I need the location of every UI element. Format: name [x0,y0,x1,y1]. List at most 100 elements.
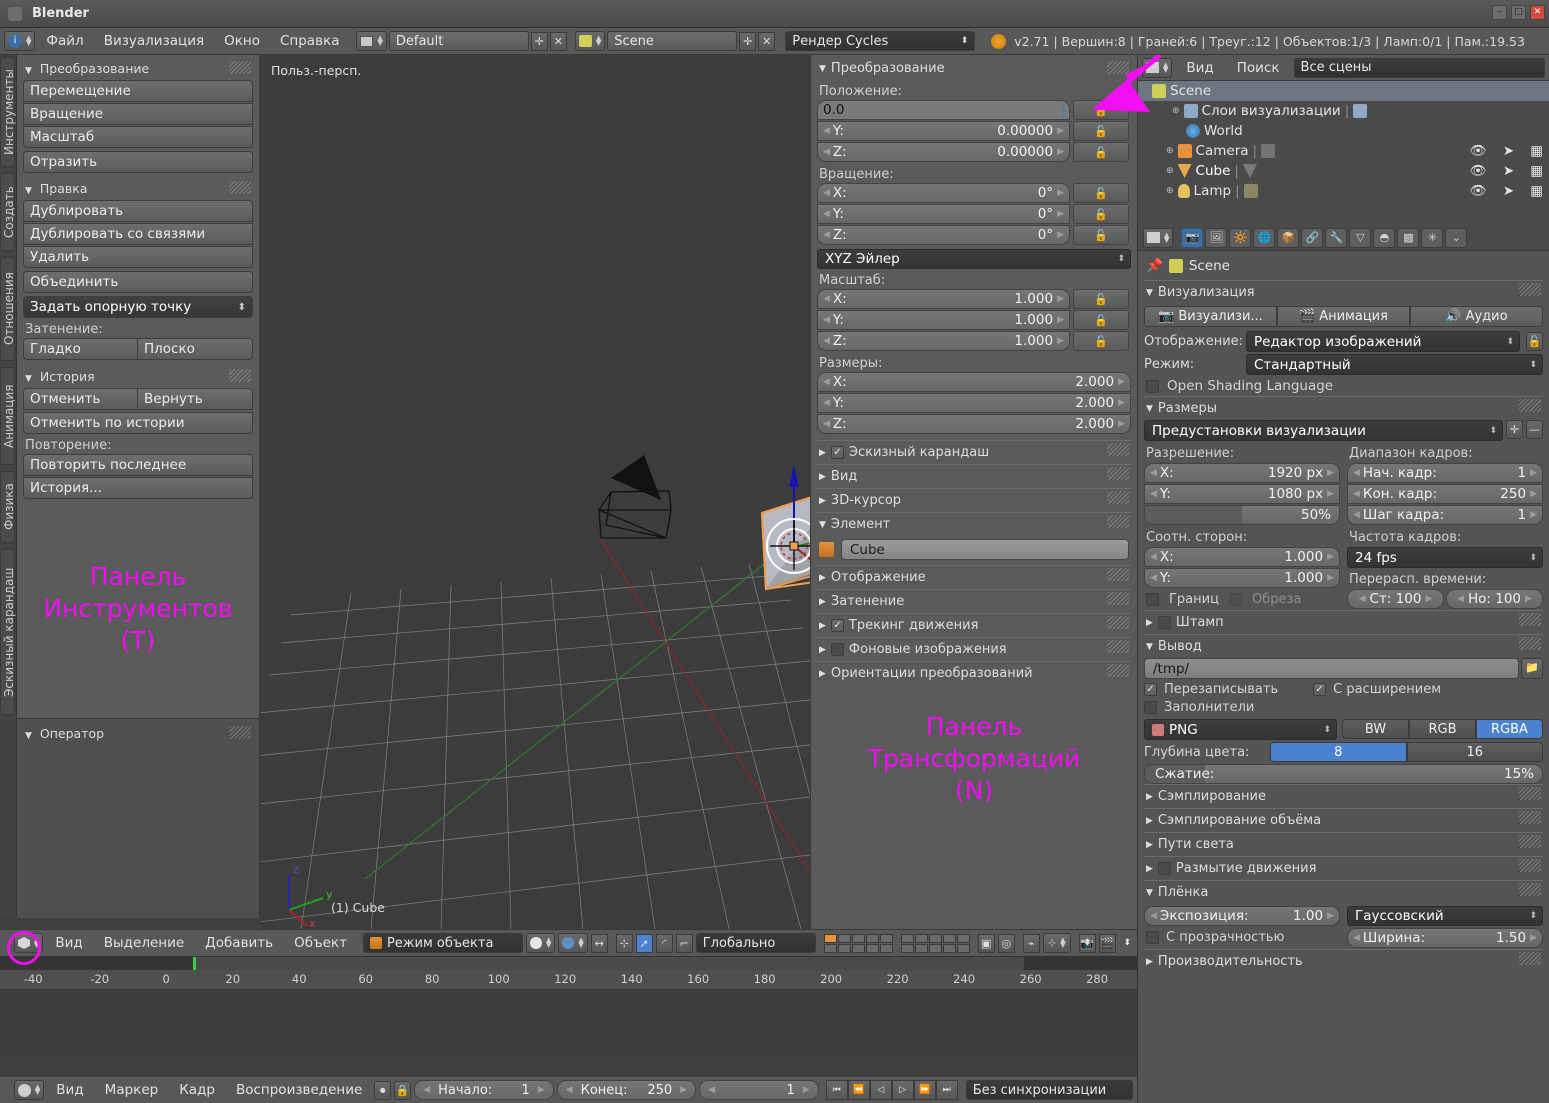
outliner-row-scene[interactable]: Scene [1138,81,1549,101]
cursor-arrow-icon[interactable]: ➤ [1503,143,1514,159]
frame-end-field[interactable]: ◀ Конец: 250 ▶ [556,1080,697,1100]
previous-keyframe-button[interactable]: ⏪ [847,1080,870,1100]
decrement-arrow-icon[interactable]: ◀ [1353,510,1360,520]
dimension-z-input[interactable]: ◀ Z: 2.000 ▶ [817,414,1131,434]
decrement-arrow-icon[interactable]: ◀ [1150,911,1157,921]
decrement-arrow-icon[interactable]: ◀ [1150,552,1157,562]
minimize-button[interactable]: – [1492,5,1507,20]
current-frame-field[interactable]: ◀ 1 ▶ [699,1080,819,1100]
repeat-history-button[interactable]: История... [23,477,253,499]
auto-keyframe-button[interactable]: ⏺ [374,1080,392,1100]
tab-create[interactable]: Создать [0,173,16,251]
decrement-arrow-icon[interactable]: ◀ [823,419,830,429]
render-presets-select[interactable]: Предустановки визуализации [1144,420,1503,441]
increment-arrow-icon[interactable]: ▶ [1327,552,1334,562]
lock-location-z-button[interactable]: 🔓 [1073,142,1129,162]
next-keyframe-button[interactable]: ⏩ [913,1080,936,1100]
increment-arrow-icon[interactable]: ▶ [1530,933,1537,943]
scene-layers-grid[interactable] [823,933,893,953]
tab-world[interactable]: 🌐 [1253,227,1276,248]
motion-tracking-checkbox[interactable]: ✓ [830,619,844,632]
interaction-mode-select[interactable]: Режим объекта ⬍ [362,933,1091,953]
tab-animation[interactable]: Анимация [0,367,16,465]
increment-arrow-icon[interactable]: ▶ [1525,594,1532,604]
mirror-button[interactable]: Отразить [23,151,253,173]
decrement-arrow-icon[interactable]: ◀ [423,1085,430,1095]
render-image-button[interactable]: 📷 Визуализи... [1144,306,1277,327]
proportional-edit-button[interactable]: ◎ [997,933,1015,953]
pivot-align-button[interactable]: ↔ [590,933,608,953]
duplicate-button[interactable]: Дублировать [23,200,253,222]
lock-scale-x-button[interactable]: 🔓 [1073,289,1129,309]
translate-button[interactable]: Перемещение [23,80,253,102]
repeat-last-button[interactable]: Повторить последнее [23,454,253,476]
aspect-y-input[interactable]: ◀ Y: 1.000 ▶ [1144,568,1340,588]
tab-material[interactable]: ◓ [1373,227,1396,248]
border-checkbox[interactable] [1146,593,1159,606]
eye-icon[interactable]: 👁 [1470,163,1487,179]
lock-rotation-z-button[interactable]: 🔓 [1073,225,1129,245]
resolution-percentage-slider[interactable]: 50% [1144,505,1340,525]
snap-element-button[interactable]: ⊹ ▲ ▼ [1042,933,1071,953]
join-button[interactable]: Объединить [23,271,253,293]
tab-grease-pencil[interactable]: Эскизный карандаш [0,549,16,715]
jump-to-start-button[interactable]: ⏮ [825,1080,848,1100]
set-origin-dropdown[interactable]: Задать опорную точку [23,296,253,318]
section-view[interactable]: ▶ Вид [817,464,1131,488]
edit-panel-header[interactable]: ▼ Правка [23,179,253,200]
manipulator-toggle-button[interactable]: ⊹ [615,933,633,953]
transform-panel-header[interactable]: ▼ Преобразование [23,59,253,80]
add-scene-button[interactable]: ✛ [739,31,757,51]
delete-layout-button[interactable]: ✕ [549,31,567,51]
color-mode-bw-button[interactable]: BW [1342,719,1409,739]
color-depth-16-button[interactable]: 16 [1406,742,1543,762]
pivot-point-button[interactable]: ▲ ▼ [558,933,588,953]
render-animation-button[interactable]: 🎬 Анимация [1277,306,1410,327]
increment-arrow-icon[interactable]: ▶ [1327,911,1334,921]
menu-window[interactable]: Окно [215,31,269,51]
manipulator-rotate-button[interactable]: ◜ [655,933,673,953]
increment-arrow-icon[interactable]: ▶ [1057,294,1064,304]
scene-layers-grid-2[interactable] [900,933,970,953]
scene-name-field[interactable]: Scene [607,31,738,51]
output-path-input[interactable]: /tmp/ [1144,658,1519,679]
scale-y-input[interactable]: ◀ Y: 1.000 ▶ [817,310,1070,330]
camera-restrict-icon[interactable]: ▦ [1530,163,1543,179]
tl-menu-marker[interactable]: Маркер [96,1080,168,1100]
decrement-arrow-icon[interactable]: ◀ [823,377,830,387]
menu-help[interactable]: Справка [271,31,348,51]
editor-type-properties-button[interactable]: ▲ ▼ [1143,227,1174,248]
increment-arrow-icon[interactable]: ▶ [1327,489,1334,499]
display-mode-select[interactable]: Редактор изображений [1246,331,1520,352]
decrement-arrow-icon[interactable]: ◀ [823,315,830,325]
rotation-z-input[interactable]: ◀ Z: 0° ▶ [817,225,1070,245]
decrement-arrow-icon[interactable]: ◀ [1353,489,1360,499]
increment-arrow-icon[interactable]: ▶ [1057,126,1064,136]
tab-render-layers[interactable]: 🖼 [1205,227,1228,248]
render-audio-button[interactable]: 🔊 Аудио [1410,306,1543,327]
location-y-input[interactable]: ◀ Y: 0.00000 ▶ [817,121,1070,141]
viewport-shading-button[interactable]: ▲ ▼ [525,933,556,953]
timeline-ruler[interactable]: -40 -20 0 20 40 60 80 100 120 140 160 180 200 220 240 2… [0,970,1137,990]
expand-icon[interactable]: ⊕ [1166,146,1174,156]
fps-select[interactable]: 24 fps [1347,547,1543,568]
scale-button[interactable]: Масштаб [23,126,253,148]
film-section-header[interactable]: ▼ Плёнка [1144,880,1543,904]
increment-arrow-icon[interactable]: ▶ [680,1085,687,1095]
grease-pencil-checkbox[interactable]: ✓ [830,446,844,459]
decrement-arrow-icon[interactable]: ◀ [1359,594,1366,604]
tab-relations[interactable]: Отношения [0,257,16,361]
resolution-y-input[interactable]: ◀ Y: 1080 px ▶ [1144,484,1340,504]
location-z-input[interactable]: ◀ Z: 0.00000 ▶ [817,142,1070,162]
lock-location-y-button[interactable]: 🔓 [1073,121,1129,141]
aspect-x-input[interactable]: ◀ X: 1.000 ▶ [1144,547,1340,567]
resolution-x-input[interactable]: ◀ X: 1920 px ▶ [1144,463,1340,483]
tab-render[interactable]: 📷 [1181,227,1204,248]
lock-scale-y-button[interactable]: 🔓 [1073,310,1129,330]
increment-arrow-icon[interactable]: ▶ [1057,230,1064,240]
section-background-images[interactable]: ▶ Фоновые изображения [817,637,1131,661]
timeline-editor[interactable]: -40 -20 0 20 40 60 80 100 120 140 160 180 200 220 240 2… [0,956,1137,1051]
outliner-row-camera[interactable]: ⊕ Camera | 👁 ➤ ▦ [1138,141,1549,161]
lock-rotation-x-button[interactable]: 🔓 [1073,183,1129,203]
folder-browse-button[interactable]: 📁 [1521,658,1543,679]
